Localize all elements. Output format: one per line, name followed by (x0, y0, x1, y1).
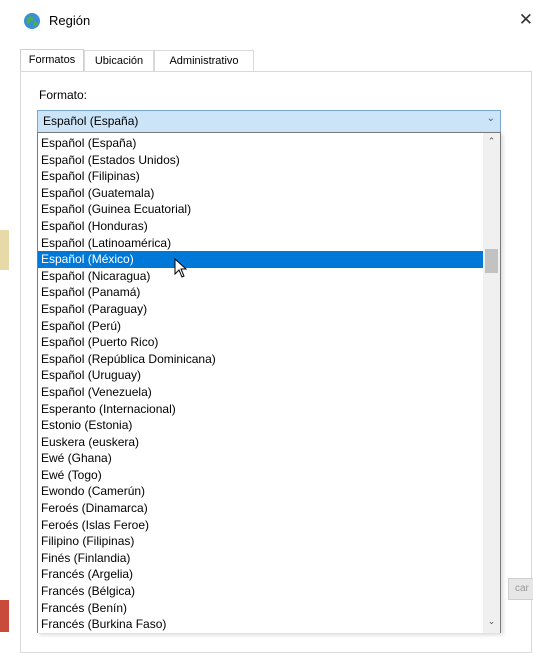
list-item[interactable]: Español (República Dominicana) (38, 351, 483, 368)
close-button[interactable]: ✕ (515, 8, 533, 32)
list-item[interactable]: Español (Filipinas) (38, 168, 483, 185)
list-item[interactable]: Español (Puerto Rico) (38, 334, 483, 351)
list-item[interactable]: Francés (Argelia) (38, 566, 483, 583)
mouse-cursor-icon (174, 258, 188, 278)
chevron-down-icon[interactable]: ⌄ (487, 113, 495, 124)
scrollbar[interactable]: ⌃ ⌄ (483, 133, 500, 633)
list-item[interactable]: Finés (Finlandia) (38, 550, 483, 567)
tab-formatos[interactable]: Formatos (20, 49, 84, 73)
tab-ubicacion[interactable]: Ubicación (84, 50, 154, 72)
scroll-down-icon[interactable]: ⌄ (483, 616, 500, 630)
list-item[interactable]: Francés (Burkina Faso) (38, 616, 483, 633)
list-item[interactable]: Español (Guatemala) (38, 185, 483, 202)
format-dropdown-list: Español (España) Español (Estados Unidos)… (37, 132, 501, 633)
format-label: Formato: (39, 88, 88, 102)
tab-administrativo[interactable]: Administrativo (154, 50, 254, 72)
list-item[interactable]: Filipino (Filipinas) (38, 533, 483, 550)
scroll-up-icon[interactable]: ⌃ (483, 136, 500, 150)
list-item[interactable]: Feroés (Dinamarca) (38, 500, 483, 517)
list-item[interactable]: Euskera (euskera) (38, 434, 483, 451)
list-item[interactable]: Español (España) (38, 135, 483, 152)
list-item[interactable]: Ewondo (Camerún) (38, 483, 483, 500)
format-selected-value: Español (España) (43, 114, 139, 128)
background-button: car (508, 578, 533, 600)
list-item[interactable]: Feroés (Islas Feroe) (38, 517, 483, 534)
list-item[interactable]: Español (Nicaragua) (38, 268, 483, 285)
background-window-edge (0, 0, 9, 632)
list-item[interactable]: Español (Perú) (38, 318, 483, 335)
list-item[interactable]: Esperanto (Internacional) (38, 401, 483, 418)
list-item[interactable]: Español (México) (38, 251, 483, 268)
list-item[interactable]: Francés (Bélgica) (38, 583, 483, 600)
format-combobox[interactable]: Español (España) ⌄ (37, 110, 501, 133)
list-item[interactable]: Español (Paraguay) (38, 301, 483, 318)
list-item[interactable]: Español (Latinoamérica) (38, 235, 483, 252)
list-item[interactable]: Español (Venezuela) (38, 384, 483, 401)
scroll-thumb[interactable] (485, 249, 498, 273)
list-item[interactable]: Español (Honduras) (38, 218, 483, 235)
list-item[interactable]: Ewé (Ghana) (38, 450, 483, 467)
list-item[interactable]: Ewé (Togo) (38, 467, 483, 484)
list-item[interactable]: Español (Guinea Ecuatorial) (38, 201, 483, 218)
list-item[interactable]: Español (Uruguay) (38, 367, 483, 384)
title-bar: Región ✕ (9, 0, 533, 40)
list-item[interactable]: Español (Estados Unidos) (38, 152, 483, 169)
list-item[interactable]: Estonio (Estonia) (38, 417, 483, 434)
globe-icon (24, 13, 40, 29)
region-dialog: Región ✕ Formatos Ubicación Administrati… (9, 0, 533, 653)
list-item[interactable]: Español (Panamá) (38, 284, 483, 301)
window-title: Región (49, 13, 91, 28)
list-item[interactable]: Francés (Benín) (38, 600, 483, 617)
dropdown-items: Español (España) Español (Estados Unidos)… (38, 135, 483, 633)
